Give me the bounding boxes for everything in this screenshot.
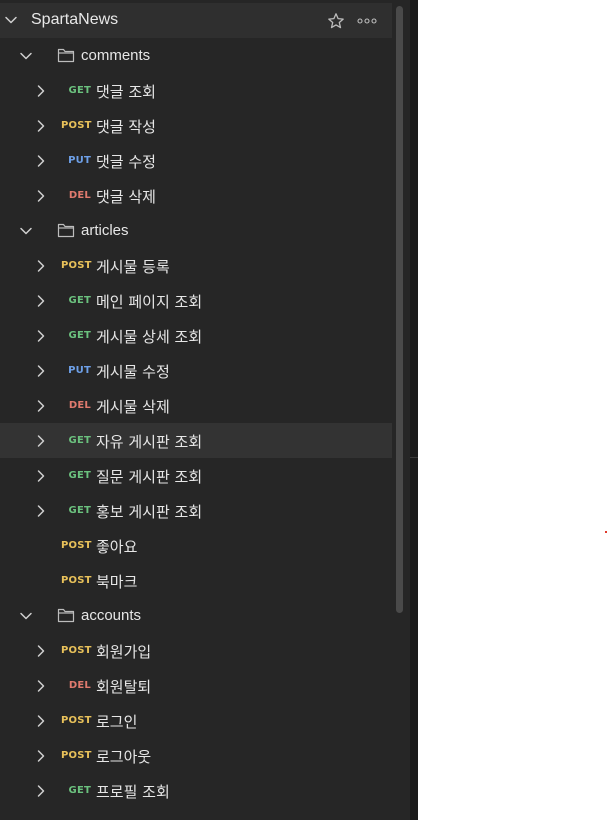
request-item[interactable]: GET 질문 게시판 조회 — [0, 458, 392, 493]
request-item[interactable]: GET 게시물 상세 조회 — [0, 318, 392, 353]
request-name: 북마크 — [96, 573, 138, 591]
folder-articles[interactable]: articles — [0, 213, 392, 248]
sidebar-scrollbar[interactable] — [396, 6, 403, 613]
folder-name: articles — [81, 222, 129, 239]
request-name: 회원탈퇴 — [96, 678, 152, 696]
method-badge: DEL — [68, 680, 91, 691]
request-name: 자유 게시판 조회 — [96, 433, 203, 451]
method-badge: GET — [68, 435, 91, 446]
method-badge: POST — [61, 260, 92, 271]
request-item[interactable]: POST 좋아요 — [0, 528, 392, 563]
request-item[interactable]: POST 댓글 작성 — [0, 108, 392, 143]
folder-name: comments — [81, 47, 151, 64]
request-name: 댓글 삭제 — [96, 188, 156, 206]
request-name: 댓글 조회 — [96, 83, 156, 101]
request-item[interactable]: GET 자유 게시판 조회 — [0, 423, 392, 458]
collection-title: SpartaNews — [31, 11, 119, 28]
request-name: 프로필 조회 — [96, 783, 170, 801]
request-item[interactable]: POST 북마크 — [0, 563, 392, 598]
request-item[interactable]: GET 댓글 조회 — [0, 73, 392, 108]
collection-header[interactable]: SpartaNews — [0, 3, 392, 38]
chevron-right-icon[interactable] — [34, 644, 48, 658]
method-badge: GET — [68, 85, 91, 96]
chevron-down-icon[interactable] — [19, 609, 33, 623]
chevron-right-icon[interactable] — [34, 784, 48, 798]
request-name: 메인 페이지 조회 — [96, 293, 203, 311]
folder-icon — [57, 47, 75, 63]
chevron-down-icon[interactable] — [19, 49, 33, 63]
method-badge: DEL — [68, 190, 91, 201]
request-item[interactable]: DEL 게시물 삭제 — [0, 388, 392, 423]
folder-accounts[interactable]: accounts — [0, 598, 392, 633]
method-badge: PUT — [68, 155, 91, 166]
folder-name: accounts — [81, 607, 142, 624]
request-name: 게시물 수정 — [96, 363, 170, 381]
chevron-down-icon[interactable] — [19, 224, 33, 238]
star-icon[interactable] — [327, 12, 345, 30]
request-name: 댓글 수정 — [96, 153, 156, 171]
method-badge: PUT — [68, 365, 91, 376]
request-name: 로그아웃 — [96, 748, 152, 766]
chevron-right-icon[interactable] — [34, 84, 48, 98]
chevron-right-icon[interactable] — [34, 329, 48, 343]
chevron-right-icon[interactable] — [34, 189, 48, 203]
method-badge: DEL — [68, 400, 91, 411]
chevron-right-icon[interactable] — [34, 364, 48, 378]
folder-icon — [57, 607, 75, 623]
chevron-right-icon[interactable] — [34, 294, 48, 308]
request-item[interactable]: DEL 댓글 삭제 — [0, 178, 392, 213]
more-icon[interactable] — [357, 17, 377, 25]
request-name: 질문 게시판 조회 — [96, 468, 203, 486]
method-badge: POST — [61, 645, 92, 656]
collection-sidebar: SpartaNews comments GET 댓글 조회 POST 댓글 작성 PUT 댓… — [0, 0, 410, 820]
chevron-right-icon[interactable] — [34, 749, 48, 763]
chevron-right-icon[interactable] — [34, 469, 48, 483]
chevron-right-icon[interactable] — [34, 679, 48, 693]
request-item[interactable]: POST 로그아웃 — [0, 738, 392, 773]
request-item[interactable]: POST 로그인 — [0, 703, 392, 738]
request-name: 회원가입 — [96, 643, 152, 661]
request-name: 좋아요 — [96, 538, 138, 556]
folder-comments[interactable]: comments — [0, 38, 392, 73]
request-name: 게시물 삭제 — [96, 398, 170, 416]
request-item[interactable]: GET 홍보 게시판 조회 — [0, 493, 392, 528]
request-name: 게시물 등록 — [96, 258, 170, 276]
chevron-right-icon[interactable] — [34, 434, 48, 448]
request-item[interactable]: POST 회원가입 — [0, 633, 392, 668]
request-name: 게시물 상세 조회 — [96, 328, 203, 346]
method-badge: GET — [68, 505, 91, 516]
method-badge: POST — [61, 540, 92, 551]
chevron-right-icon[interactable] — [34, 399, 48, 413]
chevron-right-icon[interactable] — [34, 714, 48, 728]
method-badge: POST — [61, 575, 92, 586]
request-name: 댓글 작성 — [96, 118, 156, 136]
request-item[interactable]: DEL 회원탈퇴 — [0, 668, 392, 703]
method-badge: GET — [68, 330, 91, 341]
request-item[interactable]: POST 게시물 등록 — [0, 248, 392, 283]
request-name: 홍보 게시판 조회 — [96, 503, 203, 521]
method-badge: POST — [61, 750, 92, 761]
request-item[interactable]: PUT 게시물 수정 — [0, 353, 392, 388]
request-item[interactable]: GET 메인 페이지 조회 — [0, 283, 392, 318]
method-badge: POST — [61, 120, 92, 131]
chevron-right-icon[interactable] — [34, 259, 48, 273]
method-badge: POST — [61, 715, 92, 726]
method-badge: GET — [68, 470, 91, 481]
method-badge: GET — [68, 295, 91, 306]
request-item[interactable]: GET 프로필 조회 — [0, 773, 392, 808]
method-badge: GET — [68, 785, 91, 796]
chevron-down-icon[interactable] — [4, 13, 18, 27]
chevron-right-icon[interactable] — [34, 119, 48, 133]
request-name: 로그인 — [96, 713, 138, 731]
chevron-right-icon[interactable] — [34, 154, 48, 168]
chevron-right-icon[interactable] — [34, 504, 48, 518]
request-item[interactable]: PUT 댓글 수정 — [0, 143, 392, 178]
folder-icon — [57, 222, 75, 238]
panel-divider[interactable] — [410, 0, 418, 820]
cursor-dot — [605, 531, 607, 533]
